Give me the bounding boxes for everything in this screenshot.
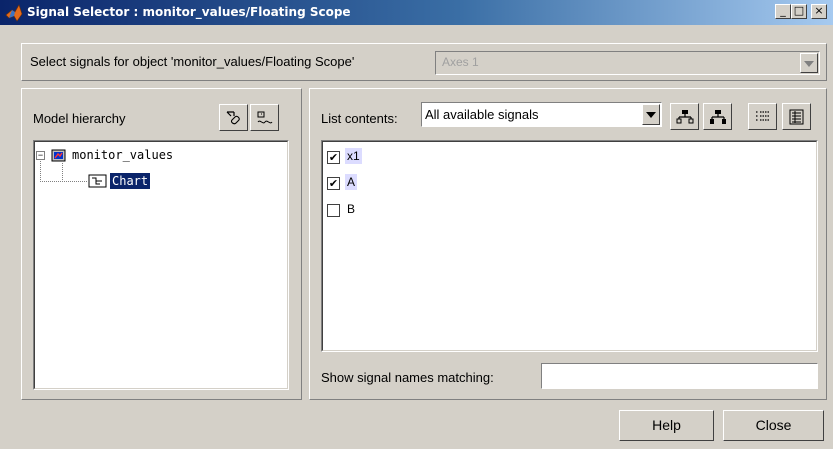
signal-label-a[interactable]: A xyxy=(345,174,358,190)
hierarchy-tree[interactable] xyxy=(33,140,289,390)
tree-inner-border xyxy=(34,141,288,389)
hierarchy-flat-icon xyxy=(710,110,726,124)
select-signals-prompt: Select signals for object 'monitor_value… xyxy=(30,54,355,69)
chevron-down-icon xyxy=(804,61,814,67)
close-button[interactable]: Close xyxy=(723,410,824,441)
model-hierarchy-title: Model hierarchy xyxy=(33,111,126,126)
checkmark-icon: ✔ xyxy=(328,177,339,190)
signal-list-inner-border xyxy=(322,141,817,351)
close-icon: × xyxy=(814,4,824,17)
list-view-button[interactable] xyxy=(748,103,777,130)
tree-line xyxy=(40,158,41,182)
link-library-icon xyxy=(226,111,240,125)
chevron-down-icon xyxy=(646,112,656,118)
collapse-toggle-icon[interactable]: − xyxy=(36,151,45,160)
close-window-button[interactable]: × xyxy=(811,4,827,19)
signal-label-b[interactable]: B xyxy=(345,201,357,217)
list-contents-value: All available signals xyxy=(425,107,539,122)
signal-list[interactable] xyxy=(321,140,818,352)
minimize-button[interactable]: _ xyxy=(775,4,791,19)
tree-item-chart[interactable]: Chart xyxy=(110,173,151,189)
matlab-logo-icon xyxy=(5,4,23,22)
tree-item-monitor-values[interactable]: monitor_values xyxy=(72,148,173,162)
tree-line xyxy=(62,163,63,182)
maximize-button[interactable]: □ xyxy=(791,4,807,19)
subsystem-icon xyxy=(257,111,273,124)
details-view-button[interactable] xyxy=(782,103,811,130)
window-title: Signal Selector : monitor_values/Floatin… xyxy=(27,5,351,19)
signal-checkbox-b[interactable] xyxy=(327,204,340,217)
signal-filter-input[interactable] xyxy=(541,363,818,389)
list-view-icon xyxy=(756,111,769,121)
list-contents-select[interactable]: All available signals xyxy=(421,102,662,127)
signal-label-x1[interactable]: x1 xyxy=(345,148,362,164)
signal-checkbox-x1[interactable]: ✔ xyxy=(327,151,340,164)
model-icon xyxy=(51,148,67,163)
signal-checkbox-a[interactable]: ✔ xyxy=(327,177,340,190)
flat-list-button[interactable] xyxy=(703,103,732,130)
maximize-icon: □ xyxy=(793,4,805,17)
axes-dropdown-button[interactable] xyxy=(800,53,818,73)
minimize-icon: _ xyxy=(780,4,786,17)
filter-label: Show signal names matching: xyxy=(321,370,494,385)
expand-hierarchy-button[interactable] xyxy=(670,103,699,130)
axes-select[interactable]: Axes 1 xyxy=(435,51,820,75)
list-contents-dropdown-button[interactable] xyxy=(642,104,660,125)
axes-select-value: Axes 1 xyxy=(442,55,479,69)
checkmark-icon: ✔ xyxy=(328,151,339,164)
tree-line xyxy=(40,181,87,182)
show-subsystems-button[interactable] xyxy=(250,104,279,131)
help-button[interactable]: Help xyxy=(619,410,714,441)
hierarchy-down-icon xyxy=(676,110,694,124)
link-library-button[interactable] xyxy=(219,104,248,131)
list-contents-label: List contents: xyxy=(321,111,398,126)
details-view-icon xyxy=(789,109,804,125)
chart-block-icon xyxy=(88,174,107,188)
